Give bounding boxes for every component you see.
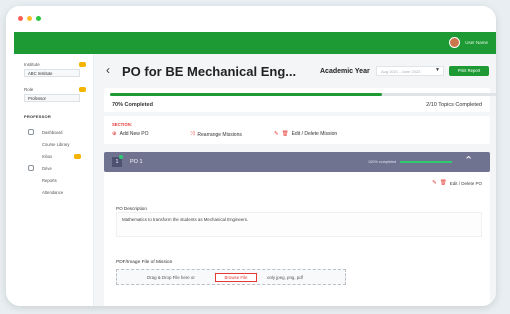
institute-badge — [79, 62, 86, 67]
file-upload-label: PDF/Image File of Mission — [116, 260, 173, 265]
rearrange-missions-button[interactable]: ⤨ Rearrange Missions — [190, 131, 242, 138]
user-menu[interactable]: User Name — [449, 37, 488, 48]
chevron-left-icon[interactable]: ‹ — [106, 63, 110, 77]
progress-card: 70% Completed 2/10 Topics Completed — [104, 88, 496, 112]
sidebar: Institute ABC Institute Role Professor P… — [14, 54, 94, 306]
drive-icon — [28, 165, 34, 171]
institute-select[interactable]: ABC Institute — [24, 69, 80, 77]
role-label: Role — [24, 87, 34, 92]
sidebar-item-attendance[interactable]: Attendance — [42, 190, 63, 195]
sidebar-item-inbox[interactable]: Inbox — [42, 154, 52, 159]
progress-fill — [110, 93, 382, 96]
avatar[interactable] — [449, 37, 461, 48]
sidebar-item-dashboard[interactable]: Dashboard — [42, 130, 63, 135]
po-title: PO 1 — [130, 159, 143, 165]
sidebar-item-reports[interactable]: Reports — [42, 178, 57, 183]
academic-year-select[interactable]: Aug 2021 - June 2022 ▼ — [376, 66, 444, 76]
po-completed-text: 100% completed — [368, 160, 397, 164]
close-dot[interactable] — [18, 16, 23, 21]
edit-delete-mission-label: Edit / Delete Mission — [291, 131, 338, 137]
inbox-badge — [74, 154, 81, 159]
window-titlebar — [6, 6, 496, 32]
po-status-dot — [119, 155, 123, 159]
po-progress-track — [400, 161, 452, 163]
academic-year-label: Academic Year — [320, 68, 370, 75]
section-label: SECTION: — [112, 122, 133, 127]
minimize-dot[interactable] — [27, 16, 32, 21]
institute-label: Institute — [24, 62, 40, 67]
top-navbar: User Name — [14, 32, 496, 54]
edit-icon: ✎ — [432, 180, 437, 186]
progress-track — [110, 93, 496, 96]
po-description-label: PO Description — [116, 206, 147, 211]
sidebar-section-title: PROFESSOR — [24, 114, 51, 119]
main-content: ‹ PO for BE Mechanical Eng... Academic Y… — [94, 54, 496, 306]
academic-year-value: Aug 2021 - June 2022 — [381, 69, 421, 74]
plus-circle-icon: ⊕ — [112, 131, 117, 137]
trash-icon: 🗑 — [281, 131, 289, 137]
add-new-po-label: Add New PO — [119, 131, 149, 137]
topics-completed: 2/10 Topics Completed — [426, 102, 482, 108]
user-name: User Name — [465, 40, 488, 45]
print-report-button[interactable]: Print Report — [449, 66, 489, 76]
trash-icon: 🗑 — [439, 180, 447, 186]
po-header[interactable]: 1 PO 1 100% completed ⌃ — [104, 152, 490, 172]
app-frame: User Name Institute ABC Institute Role P… — [6, 6, 496, 306]
rearrange-missions-label: Rearrange Missions — [197, 131, 242, 138]
file-dropzone[interactable]: Drag & Drop File here or Browse File onl… — [116, 269, 346, 285]
role-badge — [79, 87, 86, 92]
edit-delete-mission-button[interactable]: ✎ 🗑 Edit / Delete Mission — [274, 131, 337, 137]
role-select[interactable]: Professor — [24, 94, 80, 102]
po-description-field[interactable]: Mathematics to transform the students as… — [116, 212, 482, 237]
edit-icon: ✎ — [274, 131, 279, 137]
sidebar-item-drive[interactable]: Drive — [42, 166, 52, 171]
edit-delete-po-button[interactable]: ✎ 🗑 Edit / Delete PO — [432, 180, 482, 186]
drop-text: Drag & Drop File here or — [147, 275, 195, 280]
section-card: SECTION: ⊕ Add New PO ⤨ Rearrange Missio… — [104, 116, 490, 144]
po-body: ✎ 🗑 Edit / Delete PO PO Description Math… — [104, 172, 490, 306]
caret-down-icon: ▼ — [435, 67, 440, 73]
dashboard-icon — [28, 129, 34, 135]
completed-label: 70% Completed — [112, 102, 153, 108]
chevron-up-icon[interactable]: ⌃ — [464, 154, 473, 167]
sidebar-item-course-library[interactable]: Course Library — [42, 142, 69, 147]
add-new-po-button[interactable]: ⊕ Add New PO — [112, 131, 149, 137]
po-progress-fill — [400, 161, 452, 163]
edit-delete-po-label: Edit / Delete PO — [449, 180, 482, 186]
allowed-extensions: only jpeg, png, pdf — [267, 275, 303, 280]
shuffle-icon: ⤨ — [190, 131, 195, 137]
page-title: PO for BE Mechanical Eng... — [122, 64, 297, 79]
browse-file-button[interactable]: Browse File — [215, 273, 257, 282]
maximize-dot[interactable] — [36, 16, 41, 21]
